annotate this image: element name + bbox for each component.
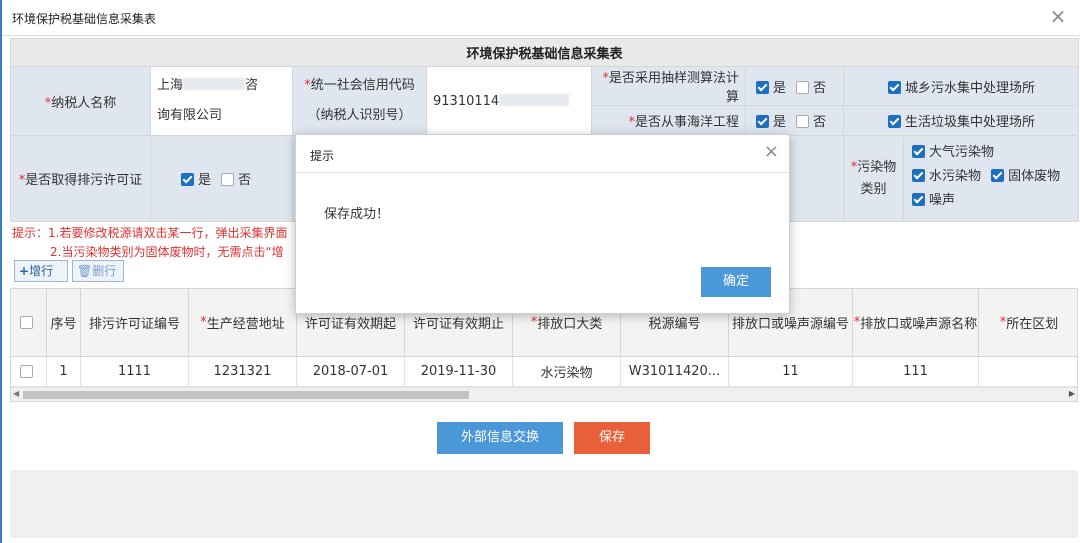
dialog-header: 提示 ×: [296, 135, 789, 173]
select-all-checkbox[interactable]: [11, 289, 47, 356]
main-window: 环境保护税基础信息采集表 × 环境保护税基础信息采集表 *纳税人名称 上海咨 询…: [0, 0, 1080, 543]
table-cell: 2019-11-30: [405, 357, 513, 386]
pollutant-water-checkbox[interactable]: 水污染物: [912, 165, 981, 189]
checkbox-checked-icon: [888, 115, 901, 128]
scroll-left-icon[interactable]: ◀: [13, 389, 19, 398]
table-cell: W31011420...: [621, 357, 729, 386]
dialog-title: 提示: [310, 149, 335, 163]
hint-text: 提示：1.若要修改税源请双击某一行，弹出采集界面 2.当污染物类别为固体废物时，…: [12, 224, 287, 262]
table-cell: 2018-07-01: [297, 357, 405, 386]
pollutant-cell: *污染物 类别 大气污染物 水污染物 固体废物 噪声: [842, 135, 1080, 222]
table-cell: 水污染物: [513, 357, 621, 386]
table-row[interactable]: 1 1111 1231321 2018-07-01 2019-11-30 水污染…: [11, 357, 1077, 387]
column-header: * 所在区划: [999, 315, 1059, 332]
checkbox-empty-icon: [221, 173, 235, 186]
checkbox-checked-icon: [756, 115, 769, 128]
pollutant-options: 大气污染物 水污染物 固体废物 噪声: [904, 137, 1066, 221]
checkbox-checked-icon: [181, 173, 194, 186]
table-cell: 1: [47, 357, 81, 386]
pollutant-label: *污染物 类别: [844, 136, 904, 221]
sampling-label: *是否采用抽样测算法计算: [591, 66, 746, 106]
marine-label: *是否从事海洋工程: [591, 105, 746, 136]
footer-area: [10, 470, 1078, 538]
form-caption: 环境保护税基础信息采集表: [9, 38, 1080, 67]
checkbox-empty-icon: [20, 316, 33, 329]
dialog-close-icon[interactable]: ×: [764, 143, 779, 161]
column-header: * 排放口或噪声源名称: [853, 289, 979, 356]
delete-row-button[interactable]: 🗑删行: [72, 260, 124, 282]
marine-options: 是 否: [745, 105, 844, 136]
table-cell: 111: [853, 357, 979, 386]
checkbox-empty-icon: [796, 80, 810, 94]
taxpayer-name-label: *纳税人名称: [10, 66, 151, 136]
checkbox-checked-icon: [888, 80, 901, 94]
marine-no-checkbox[interactable]: 否: [796, 111, 826, 130]
window-title: 环境保护税基础信息采集表: [12, 12, 157, 26]
checkbox-checked-icon: [912, 168, 925, 182]
checkbox-checked-icon: [756, 80, 769, 94]
permit-no-checkbox[interactable]: 否: [221, 169, 251, 188]
window-title-bar: 环境保护税基础信息采集表 ×: [2, 0, 1080, 36]
pollutant-air-checkbox[interactable]: 大气污染物: [912, 141, 994, 165]
permit-label: *是否取得排污许可证: [10, 135, 151, 222]
column-header: * 生产经营地址: [189, 289, 297, 356]
row-checkbox[interactable]: [11, 357, 47, 386]
checkbox-checked-icon: [912, 192, 925, 206]
trash-icon: 🗑: [77, 264, 93, 278]
hint-line-1: 提示：1.若要修改税源请双击某一行，弹出采集界面: [12, 226, 288, 240]
window-close-icon[interactable]: ×: [1048, 6, 1068, 26]
column-header: 排污许可证编号: [81, 289, 189, 356]
credit-code-label: *统一社会信用代码 （纳税人识别号）: [292, 66, 427, 136]
credit-code-value: 91310114: [426, 66, 592, 136]
save-button[interactable]: 保存: [574, 422, 650, 454]
ok-button[interactable]: 确定: [701, 267, 771, 297]
pollutant-solid-checkbox[interactable]: 固体废物: [991, 165, 1060, 189]
marine-yes-checkbox[interactable]: 是: [756, 111, 786, 130]
sampling-yes-checkbox[interactable]: 是: [756, 77, 786, 96]
column-header: 序号: [47, 289, 81, 356]
add-row-button[interactable]: +增行: [14, 260, 68, 282]
dialog-message: 保存成功！: [324, 207, 390, 222]
taxpayer-name-value: 上海咨 询有限公司: [150, 66, 293, 136]
table-cell: 11: [729, 357, 853, 386]
urban-sewage-option[interactable]: 城乡污水集中处理场所: [842, 66, 1080, 106]
plus-icon: +: [19, 264, 30, 278]
checkbox-checked-icon: [912, 144, 925, 158]
garbage-option[interactable]: 生活垃圾集中处理场所: [842, 105, 1080, 136]
scrollbar-thumb[interactable]: [23, 391, 469, 399]
external-exchange-button[interactable]: 外部信息交换: [437, 422, 563, 454]
message-dialog: 提示 × 保存成功！ 确定: [295, 134, 790, 314]
table-cell: 1111: [81, 357, 189, 386]
checkbox-empty-icon: [20, 365, 33, 378]
permit-yes-checkbox[interactable]: 是: [181, 169, 211, 188]
checkbox-empty-icon: [796, 115, 810, 128]
scroll-right-icon[interactable]: ▶: [1069, 389, 1075, 398]
permit-options: 是 否: [150, 135, 293, 222]
table-cell: [979, 357, 1077, 386]
action-bar: 外部信息交换 保存: [10, 406, 1078, 470]
sampling-no-checkbox[interactable]: 否: [796, 77, 826, 96]
table-cell: 1231321: [189, 357, 297, 386]
sampling-options: 是 否: [745, 66, 844, 106]
horizontal-scrollbar[interactable]: ◀ ▶: [11, 387, 1077, 401]
pollutant-noise-checkbox[interactable]: 噪声: [912, 189, 955, 213]
checkbox-checked-icon: [991, 168, 1005, 182]
